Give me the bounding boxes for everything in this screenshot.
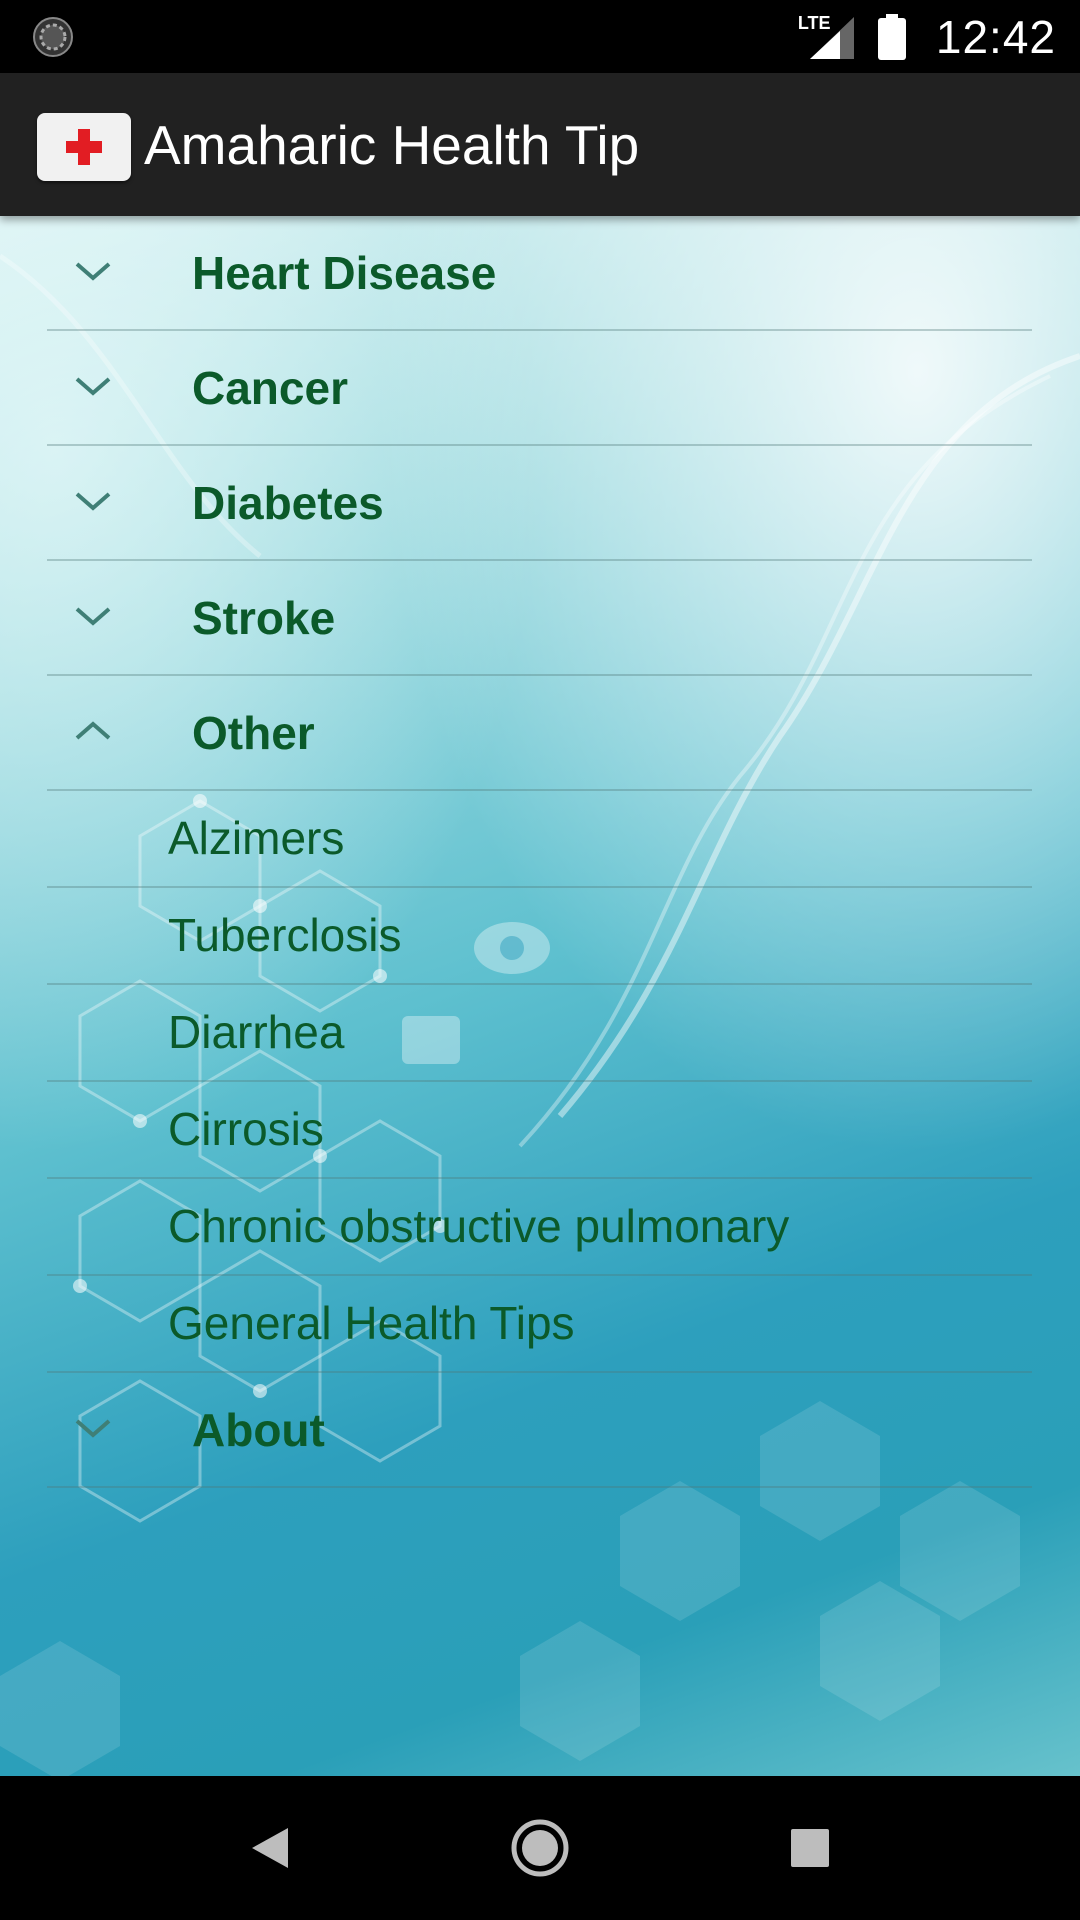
group-about[interactable]: About — [47, 1373, 1032, 1488]
child-label: Tuberclosis — [168, 909, 402, 961]
group-label: Diabetes — [192, 477, 384, 529]
red-cross-icon — [37, 113, 131, 181]
group-label: Heart Disease — [192, 247, 497, 299]
chevron-down-icon — [75, 492, 111, 511]
chevron-up-icon — [75, 721, 111, 740]
child-label: Diarrhea — [168, 1006, 345, 1058]
child-label: Alzimers — [168, 812, 345, 864]
navigation-bar — [0, 1776, 1080, 1920]
home-icon[interactable] — [504, 1812, 576, 1884]
expandable-list: Heart Disease Cancer Diabetes Stroke Oth… — [47, 216, 1032, 1488]
content-area: Heart Disease Cancer Diabetes Stroke Oth… — [0, 216, 1080, 1776]
group-label: Other — [192, 707, 315, 759]
chevron-down-icon — [75, 1419, 111, 1438]
child-item-copd[interactable]: Chronic obstructive pulmonary — [47, 1179, 1032, 1276]
group-label: Stroke — [192, 592, 336, 644]
group-label: About — [192, 1404, 325, 1456]
group-cancer[interactable]: Cancer — [47, 331, 1032, 446]
group-diabetes[interactable]: Diabetes — [47, 446, 1032, 561]
group-other[interactable]: Other — [47, 676, 1032, 791]
child-item-diarrhea[interactable]: Diarrhea — [47, 985, 1032, 1082]
back-icon[interactable] — [234, 1812, 306, 1884]
status-bar: LTE 12:42 — [0, 0, 1080, 73]
child-item-alzimers[interactable]: Alzimers — [47, 791, 1032, 888]
child-item-general-health-tips[interactable]: General Health Tips — [47, 1276, 1032, 1373]
child-item-cirrosis[interactable]: Cirrosis — [47, 1082, 1032, 1179]
clock: 12:42 — [935, 10, 1056, 63]
child-item-tuberclosis[interactable]: Tuberclosis — [47, 888, 1032, 985]
app-bar: Amaharic Health Tip — [0, 73, 1080, 216]
child-label: Cirrosis — [168, 1103, 324, 1155]
child-label: Chronic obstructive pulmonary — [168, 1200, 790, 1252]
group-stroke[interactable]: Stroke — [47, 561, 1032, 676]
battery-icon — [877, 13, 906, 60]
chevron-down-icon — [75, 607, 111, 626]
chevron-down-icon — [75, 262, 111, 281]
child-label: General Health Tips — [168, 1297, 575, 1349]
group-label: Cancer — [192, 362, 348, 414]
chevron-down-icon — [75, 377, 111, 396]
sync-icon — [32, 16, 74, 58]
app-title: Amaharic Health Tip — [144, 114, 640, 176]
recents-icon[interactable] — [774, 1812, 846, 1884]
lte-signal-icon: LTE — [796, 13, 856, 61]
group-heart-disease[interactable]: Heart Disease — [47, 216, 1032, 331]
